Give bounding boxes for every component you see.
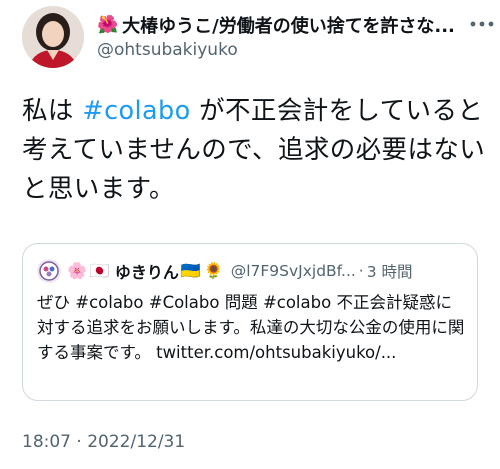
quoted-avatar-icon <box>39 261 59 281</box>
author-name-row[interactable]: 🌺 大椿ゆうこ/労働者の使い捨てを許さな... <box>97 12 467 38</box>
quoted-tweet-header: 🌸 🇯🇵 ゆきりん 🇺🇦 🌻 @l7F9SvJxjdBf... · 3 時間 <box>37 258 467 284</box>
hibiscus-icon: 🌺 <box>97 14 119 35</box>
cherry-blossom-icon: 🌸 <box>67 261 87 280</box>
author-display-name[interactable]: 大椿ゆうこ/労働者の使い捨てを許さな... <box>122 12 455 38</box>
quoted-author-handle[interactable]: @l7F9SvJxjdBf... <box>231 262 356 280</box>
tweet-text: 私は #colabo が不正会計をしていると考えていませんので、追求の必要はない… <box>22 92 492 209</box>
author-avatar[interactable] <box>22 6 84 68</box>
quoted-tweet-time[interactable]: 3 時間 <box>367 260 413 282</box>
ukraine-flag-icon: 🇺🇦 <box>180 261 201 280</box>
separator-dot: · <box>358 262 364 280</box>
more-options-icon[interactable] <box>470 20 494 28</box>
hashtag-link[interactable]: #colabo <box>82 96 190 126</box>
sunflower-icon: 🌻 <box>203 261 224 280</box>
quoted-author-avatar[interactable] <box>37 259 61 283</box>
quoted-author-name[interactable]: ゆきりん <box>115 259 179 283</box>
japan-flag-icon: 🇯🇵 <box>89 261 110 280</box>
avatar-portrait-icon <box>22 6 84 68</box>
tweet-text-part1: 私は <box>22 96 83 126</box>
tweet-timestamp[interactable]: 18:07 · 2022/12/31 <box>22 432 185 452</box>
quoted-tweet-card[interactable]: 🌸 🇯🇵 ゆきりん 🇺🇦 🌻 @l7F9SvJxjdBf... · 3 時間 ぜ… <box>22 243 478 401</box>
tweet-card: 🌺 大椿ゆうこ/労働者の使い捨てを許さな... @ohtsubakiyuko 私… <box>0 0 500 469</box>
author-handle[interactable]: @ohtsubakiyuko <box>97 40 238 60</box>
quoted-tweet-text: ぜひ #colabo #Colabo 問題 #colabo 不正会計疑惑に対する… <box>37 293 465 362</box>
